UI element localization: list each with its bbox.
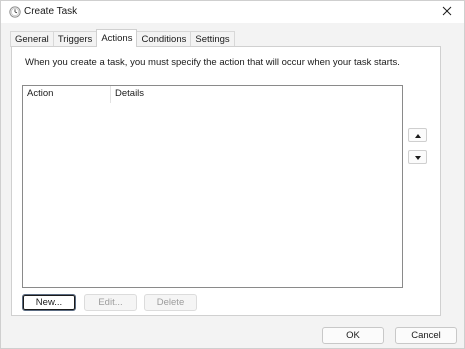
actions-description: When you create a task, you must specify… (25, 57, 400, 68)
move-up-icon (414, 130, 421, 141)
list-header: Action Details (23, 86, 402, 103)
title-bar[interactable]: Create Task (1, 1, 464, 23)
close-button[interactable] (434, 2, 460, 22)
actions-tab-panel: When you create a task, you must specify… (11, 46, 441, 316)
tab-actions[interactable]: Actions (96, 29, 138, 47)
new-action-button[interactable]: New... (22, 294, 76, 311)
window-title: Create Task (24, 6, 78, 17)
ok-button[interactable]: OK (322, 327, 384, 344)
task-scheduler-icon (9, 6, 21, 18)
tab-settings[interactable]: Settings (190, 31, 235, 47)
actions-list[interactable]: Action Details (22, 85, 403, 288)
close-icon (442, 6, 452, 19)
create-task-dialog: Create Task General Triggers Actions Con… (0, 0, 465, 349)
move-up-button[interactable] (408, 128, 427, 142)
cancel-button[interactable]: Cancel (395, 327, 457, 344)
tab-general[interactable]: General (10, 31, 54, 47)
column-header-details[interactable]: Details (111, 86, 231, 103)
tab-triggers[interactable]: Triggers (52, 31, 98, 47)
move-down-icon (414, 152, 421, 163)
column-header-action[interactable]: Action (23, 86, 111, 103)
tab-strip: General Triggers Actions Conditions Sett… (10, 29, 235, 47)
edit-action-button[interactable]: Edit... (84, 294, 137, 311)
tab-conditions[interactable]: Conditions (136, 31, 192, 47)
delete-action-button[interactable]: Delete (144, 294, 197, 311)
move-down-button[interactable] (408, 150, 427, 164)
